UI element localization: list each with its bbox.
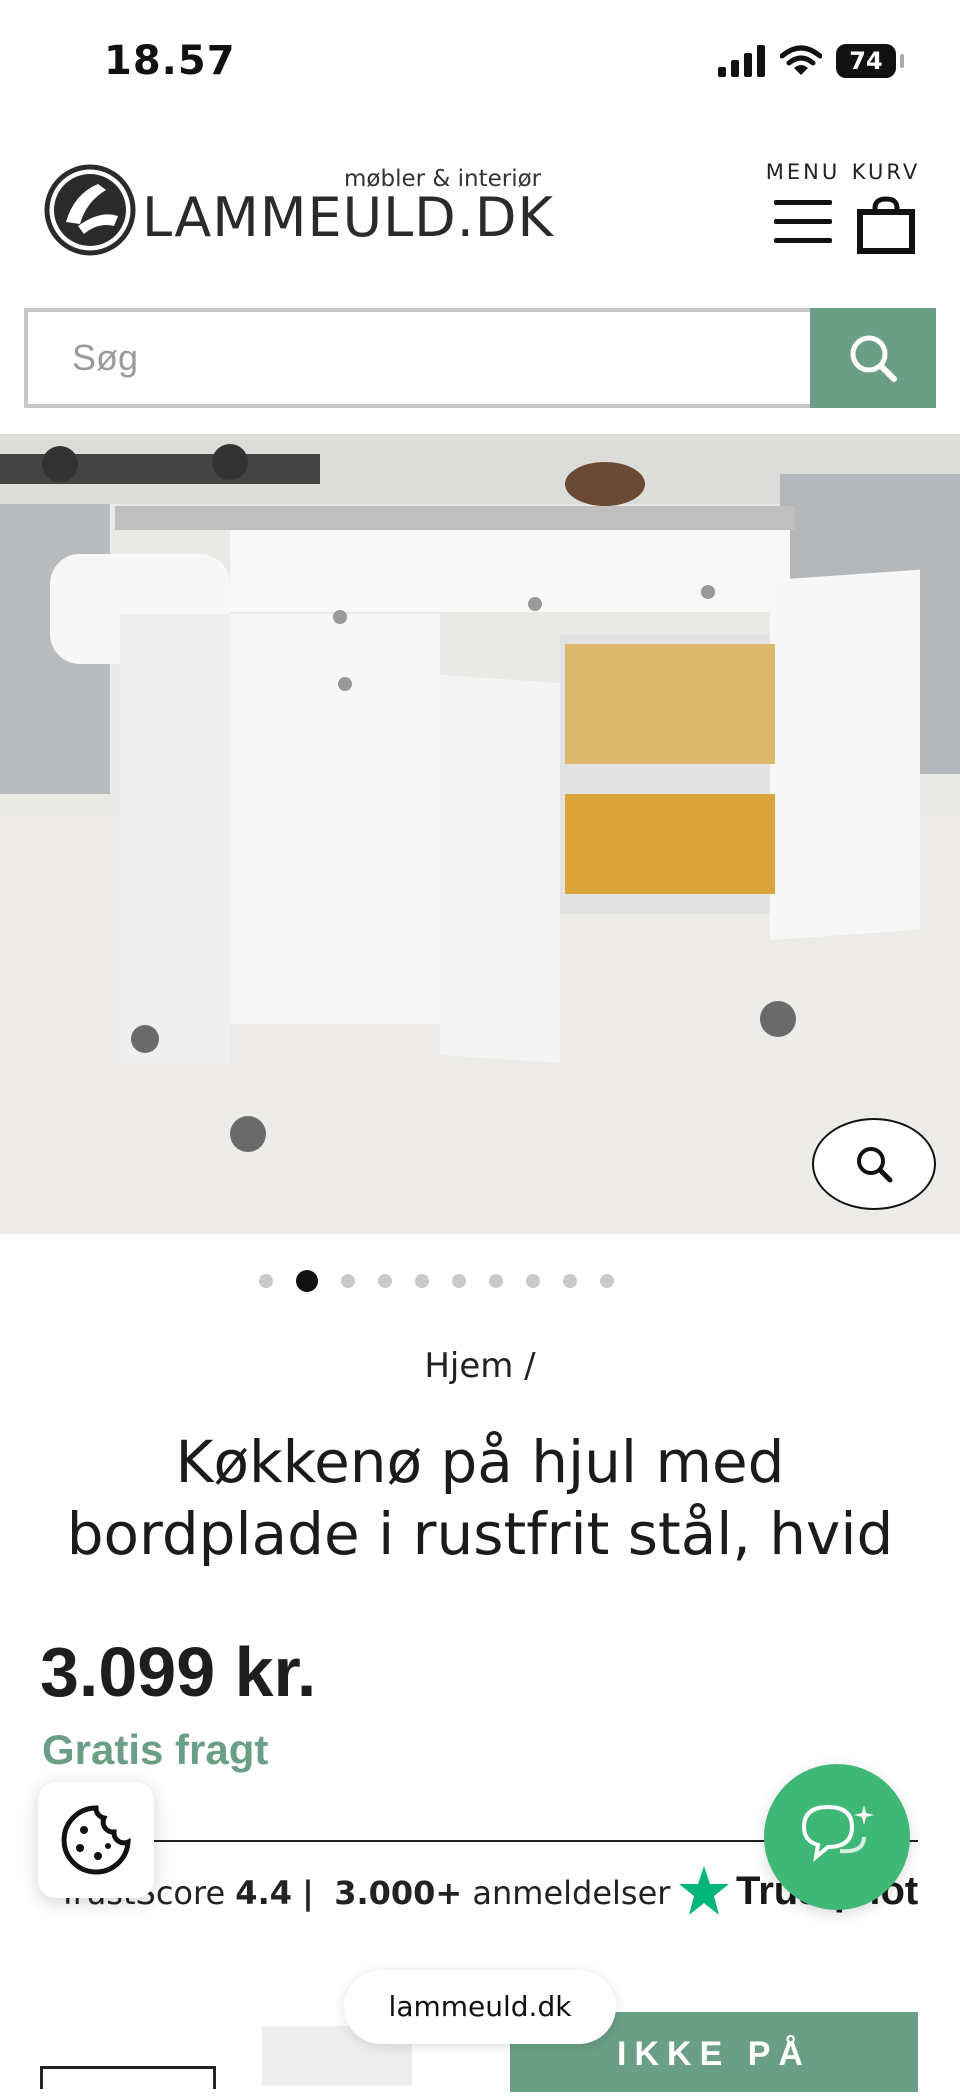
menu-button[interactable]: MENU	[748, 160, 858, 257]
search-input[interactable]: Søg	[24, 308, 810, 408]
gallery-dot[interactable]	[525, 1274, 540, 1288]
browser-url-bar[interactable]: lammeuld.dk	[344, 1970, 616, 2044]
gallery-dot[interactable]	[295, 1270, 318, 1292]
status-time: 18.57	[104, 38, 236, 84]
trustscore-separator: |	[302, 1874, 314, 1912]
reviews-label: anmeldelser	[472, 1874, 671, 1912]
product-price: 3.099 kr.	[40, 1633, 317, 1711]
search-icon	[850, 335, 897, 382]
trustscore-value: 4.4	[235, 1874, 292, 1912]
logo-chair-icon	[44, 164, 136, 256]
product-title: Køkkenø på hjul med bordplade i rustfrit…	[66, 1428, 894, 1568]
logo-wordmark: LAMMEULD.DK	[142, 185, 554, 249]
gallery-dot[interactable]	[599, 1274, 614, 1288]
hamburger-icon	[774, 200, 832, 243]
gallery-dot[interactable]	[451, 1274, 466, 1288]
product-image[interactable]	[0, 434, 960, 1234]
shopping-bag-icon	[857, 196, 915, 254]
trustpilot-star-icon	[679, 1866, 729, 1915]
search-button[interactable]	[810, 308, 936, 408]
cart-button[interactable]: KURV	[848, 160, 924, 254]
breadcrumb-home[interactable]: Hjem /	[424, 1346, 535, 1386]
kitchen-island-illustration	[0, 434, 960, 1234]
shipping-info: Gratis fragt	[42, 1726, 269, 1773]
gallery-dot[interactable]	[488, 1274, 503, 1288]
chat-bubble-icon	[801, 1804, 874, 1862]
logo-tagline: møbler & interiør	[344, 166, 542, 192]
battery-level: 74	[849, 47, 883, 75]
wifi-icon	[780, 45, 822, 75]
battery-indicator: 74	[836, 44, 904, 78]
chat-button[interactable]	[764, 1764, 910, 1910]
gallery-dot[interactable]	[562, 1274, 577, 1288]
cart-label: KURV	[851, 160, 921, 184]
cookie-icon	[61, 1805, 131, 1875]
breadcrumb[interactable]: Hjem /	[0, 1346, 960, 1386]
gallery-dot[interactable]	[340, 1274, 355, 1288]
magnifier-icon	[857, 1147, 893, 1183]
menu-label: MENU	[765, 160, 841, 184]
status-icons: 74	[718, 44, 904, 78]
gallery-pagination	[0, 1270, 916, 1292]
gallery-dot[interactable]	[377, 1274, 392, 1288]
gallery-dot[interactable]	[414, 1274, 429, 1288]
cellular-signal-icon	[718, 45, 765, 77]
gallery-dot[interactable]	[258, 1274, 273, 1288]
zoom-button[interactable]	[812, 1118, 936, 1210]
reviews-count: 3.000+	[334, 1874, 463, 1912]
cookie-settings-button[interactable]	[38, 1782, 154, 1898]
